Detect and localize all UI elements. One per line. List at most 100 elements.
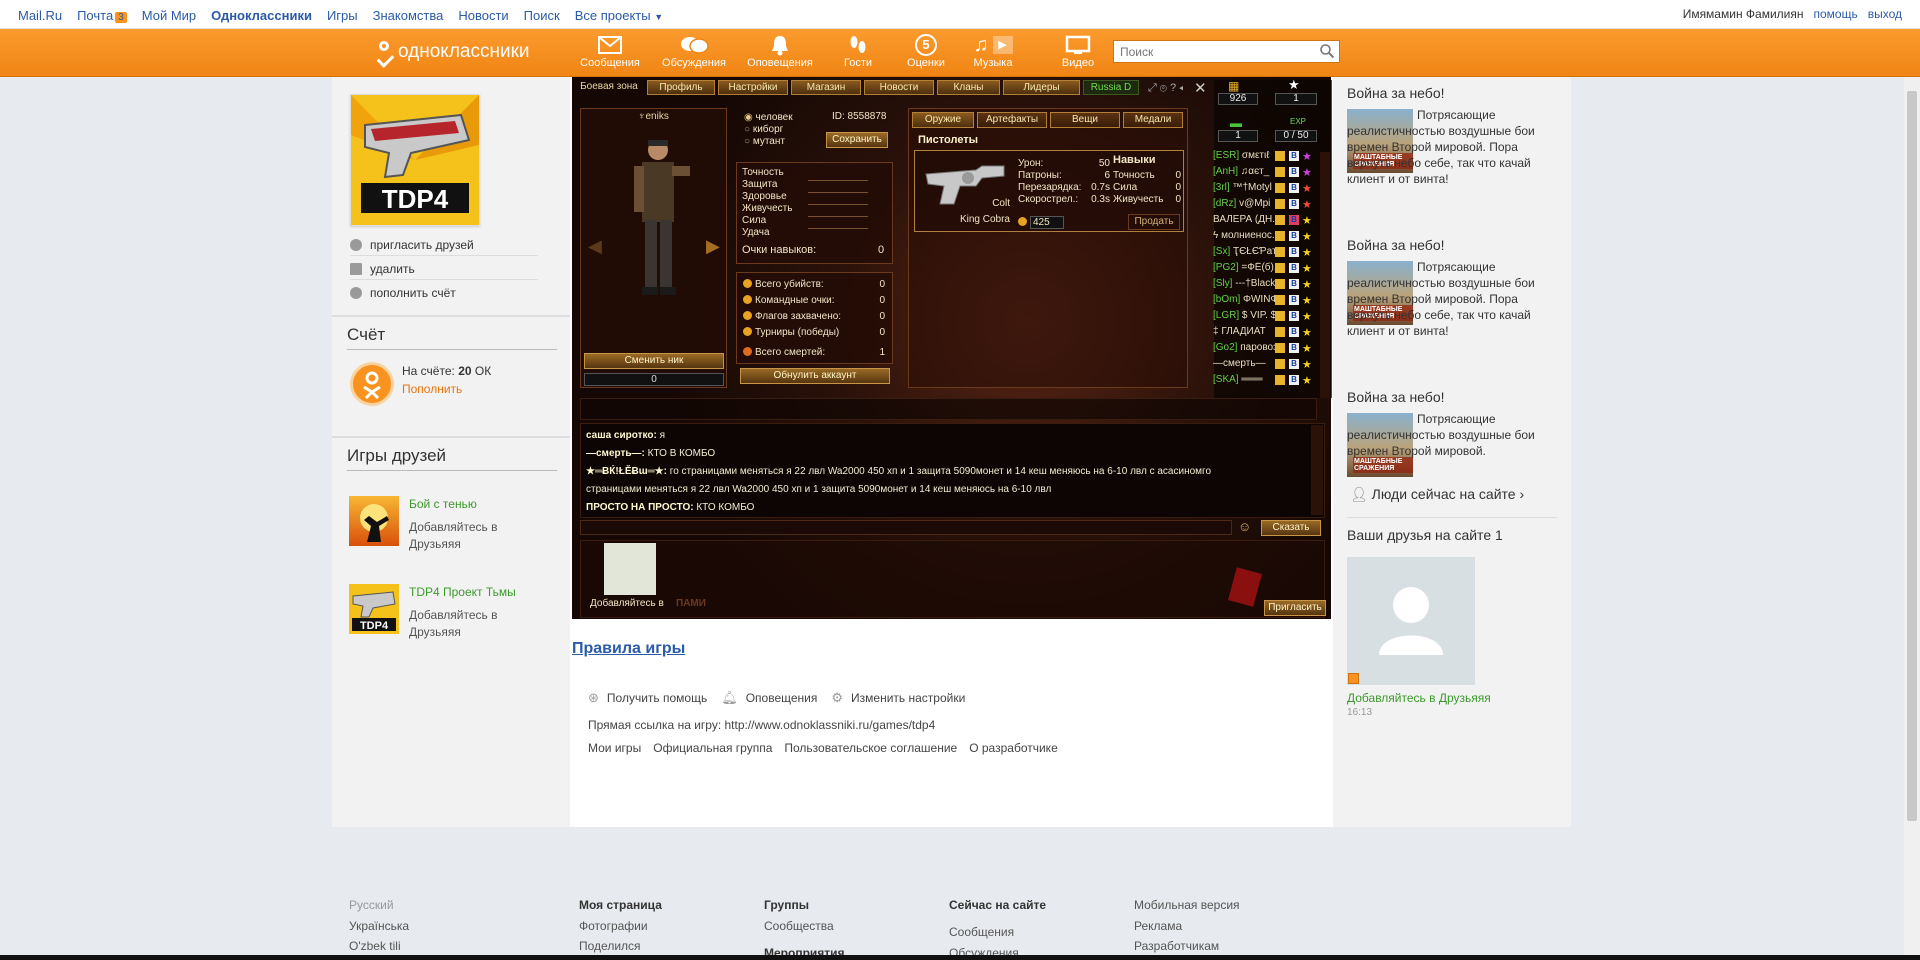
site-logo[interactable]: одноклассники	[376, 41, 530, 63]
server-selector[interactable]: Russia D	[1083, 80, 1139, 95]
save-button[interactable]: Сохранить	[826, 132, 888, 148]
footer-my-page[interactable]: Моя страница	[579, 898, 662, 912]
equip-tab-medals[interactable]: Медали	[1123, 112, 1183, 128]
delete-game-link[interactable]: удалить	[350, 258, 538, 280]
ad-title[interactable]: Война за небо!	[1347, 389, 1445, 405]
change-nick-button[interactable]: Сменить ник	[584, 353, 724, 369]
arrow-left-icon[interactable]: ◀	[588, 236, 602, 257]
get-help-link[interactable]: Получить помощь	[607, 691, 707, 705]
game-tab-leaders[interactable]: Лидеры	[1003, 80, 1080, 95]
footer-mobile[interactable]: Мобильная версия	[1134, 898, 1240, 912]
user-name[interactable]: Имямамин Фамилиян	[1683, 7, 1804, 21]
change-settings-link[interactable]: Изменить настройки	[851, 691, 965, 705]
help-circle-icon: ⊛	[588, 690, 599, 705]
chat-author[interactable]: —смерть—:	[586, 448, 645, 459]
topup-link[interactable]: Пополнить	[402, 382, 462, 396]
equip-tab-items[interactable]: Вещи	[1050, 112, 1120, 128]
race-option-mutant[interactable]: ○ мутант	[744, 136, 785, 147]
nav-music[interactable]: ♫ ▶ Музыка	[960, 33, 1026, 69]
game-tab-settings[interactable]: Настройки	[718, 80, 788, 95]
say-button[interactable]: Сказать	[1261, 520, 1321, 536]
invite-button[interactable]: Пригласить	[1264, 600, 1326, 616]
race-option-cyborg[interactable]: ○ киборг	[744, 124, 783, 135]
nav-discussions[interactable]: Обсуждения	[661, 33, 727, 69]
footer-discussions[interactable]: Обсуждения	[949, 946, 1019, 955]
ad-title[interactable]: Война за небо!	[1347, 237, 1445, 253]
tdp4-thumbnail[interactable]: TDP4	[349, 584, 399, 634]
friend-name-link[interactable]: Добавляйтесь в Друзьяяя	[1347, 691, 1491, 705]
user-agreement-link[interactable]: Пользовательское соглашение	[784, 741, 957, 755]
search-icon[interactable]	[1320, 44, 1334, 58]
search-input[interactable]	[1113, 40, 1340, 63]
chat-author[interactable]: ★═ɃЌ!ŁĔɃɯ═★:	[586, 466, 667, 477]
chat-author[interactable]: ПРОСТО НА ПРОСТО:	[586, 502, 694, 513]
people-online-link[interactable]: 👤︎ Люди сейчас на сайте ›	[1350, 486, 1524, 503]
footer-messages[interactable]: Сообщения	[949, 925, 1014, 939]
footer-ads[interactable]: Реклама	[1134, 919, 1182, 933]
language-russian[interactable]: Русский	[349, 898, 394, 912]
footer-shared[interactable]: Поделился	[579, 939, 641, 953]
logo-text: одноклассники	[398, 41, 530, 62]
friend-avatar-slot[interactable]	[604, 543, 656, 595]
nav-guests[interactable]: Гости	[825, 33, 891, 69]
game-link-tdp4[interactable]: TDP4 Проект Тьмы	[409, 585, 516, 599]
nav-notifications[interactable]: Оповещения	[747, 33, 813, 69]
logout-link[interactable]: выход	[1868, 7, 1902, 21]
chat-message: КТО В КОМБО	[647, 448, 716, 459]
window-controls-icon[interactable]: ⤢⊚?◂	[1148, 82, 1186, 95]
chat-scrollbar[interactable]	[1311, 425, 1323, 515]
game-tab-profile[interactable]: Профиль	[647, 80, 715, 95]
topbar-link-mailru[interactable]: Mail.Ru	[18, 8, 62, 23]
topbar-link-dating[interactable]: Знакомства	[373, 8, 444, 23]
game-tab-clans[interactable]: Кланы	[937, 80, 1000, 95]
topbar-link-news[interactable]: Новости	[458, 8, 508, 23]
footer-communities[interactable]: Сообщества	[764, 919, 834, 933]
smiley-icon[interactable]: ☺	[1238, 519, 1251, 534]
game-tab-battle-zone[interactable]: Боевая зона	[574, 80, 644, 95]
my-games-link[interactable]: Мои игры	[588, 741, 641, 755]
chat-author[interactable]: саша сиротко:	[586, 430, 657, 441]
scrollbar-thumb[interactable]	[1907, 91, 1917, 821]
nav-video[interactable]: Видео	[1045, 33, 1111, 69]
nav-messages[interactable]: Сообщения	[577, 33, 643, 69]
topbar-link-ok[interactable]: Одноклассники	[211, 8, 312, 23]
topbar-link-all-projects[interactable]: Все проекты ▼	[575, 8, 663, 23]
reset-account-button[interactable]: Обнулить аккаунт	[740, 368, 890, 384]
close-icon[interactable]: ✕	[1194, 79, 1207, 97]
footer-photos[interactable]: Фотографии	[579, 919, 648, 933]
language-uzbek[interactable]: O'zbek tili	[349, 939, 401, 953]
shadow-fight-thumbnail[interactable]	[349, 496, 399, 546]
chat-input[interactable]	[580, 520, 1232, 535]
footer-events[interactable]: Мероприятия	[764, 946, 845, 955]
about-developer-link[interactable]: О разработчике	[969, 741, 1058, 755]
ad-title[interactable]: Война за небо!	[1347, 85, 1445, 101]
game-link-shadow-fight[interactable]: Бой с тенью	[409, 497, 477, 511]
topup-account-link[interactable]: пополнить счёт	[350, 282, 538, 304]
sell-button[interactable]: Продать	[1128, 214, 1180, 230]
race-option-human[interactable]: ◉ человек	[744, 112, 793, 123]
game-rules-link[interactable]: Правила игры	[572, 640, 685, 658]
arrow-right-icon[interactable]: ▶	[706, 236, 720, 257]
game-tab-news[interactable]: Новости	[864, 80, 934, 95]
footer-groups[interactable]: Группы	[764, 898, 809, 912]
game-tab-shop[interactable]: Магазин	[791, 80, 861, 95]
language-ukrainian[interactable]: Українська	[349, 919, 409, 933]
game-avatar[interactable]: TDP4	[350, 94, 480, 226]
topbar-link-search[interactable]: Поиск	[524, 8, 560, 23]
topbar-link-mail[interactable]: Почта 3	[77, 8, 127, 23]
footer-online-now[interactable]: Сейчас на сайте	[949, 898, 1046, 912]
official-group-link[interactable]: Официальная группа	[653, 741, 772, 755]
topbar-link-games[interactable]: Игры	[327, 8, 358, 23]
equip-tab-weapons[interactable]: Оружие	[912, 112, 974, 128]
help-link[interactable]: помощь	[1813, 7, 1857, 21]
footer-developers[interactable]: Разработчикам	[1134, 939, 1219, 953]
nav-ratings[interactable]: 5 Оценки	[893, 33, 959, 69]
page-scrollbar[interactable]	[1904, 77, 1920, 960]
player-list-scrollbar[interactable]	[1320, 152, 1330, 398]
topbar-link-mymir[interactable]: Мой Мир	[142, 8, 196, 23]
invite-friends-link[interactable]: пригласить друзей	[350, 234, 538, 256]
equip-tab-artifacts[interactable]: Артефакты	[977, 112, 1047, 128]
notifications-link[interactable]: Оповещения	[746, 691, 818, 705]
direct-link[interactable]: Прямая ссылка на игру: http://www.odnokl…	[588, 718, 935, 732]
friend-avatar[interactable]	[1347, 557, 1475, 685]
